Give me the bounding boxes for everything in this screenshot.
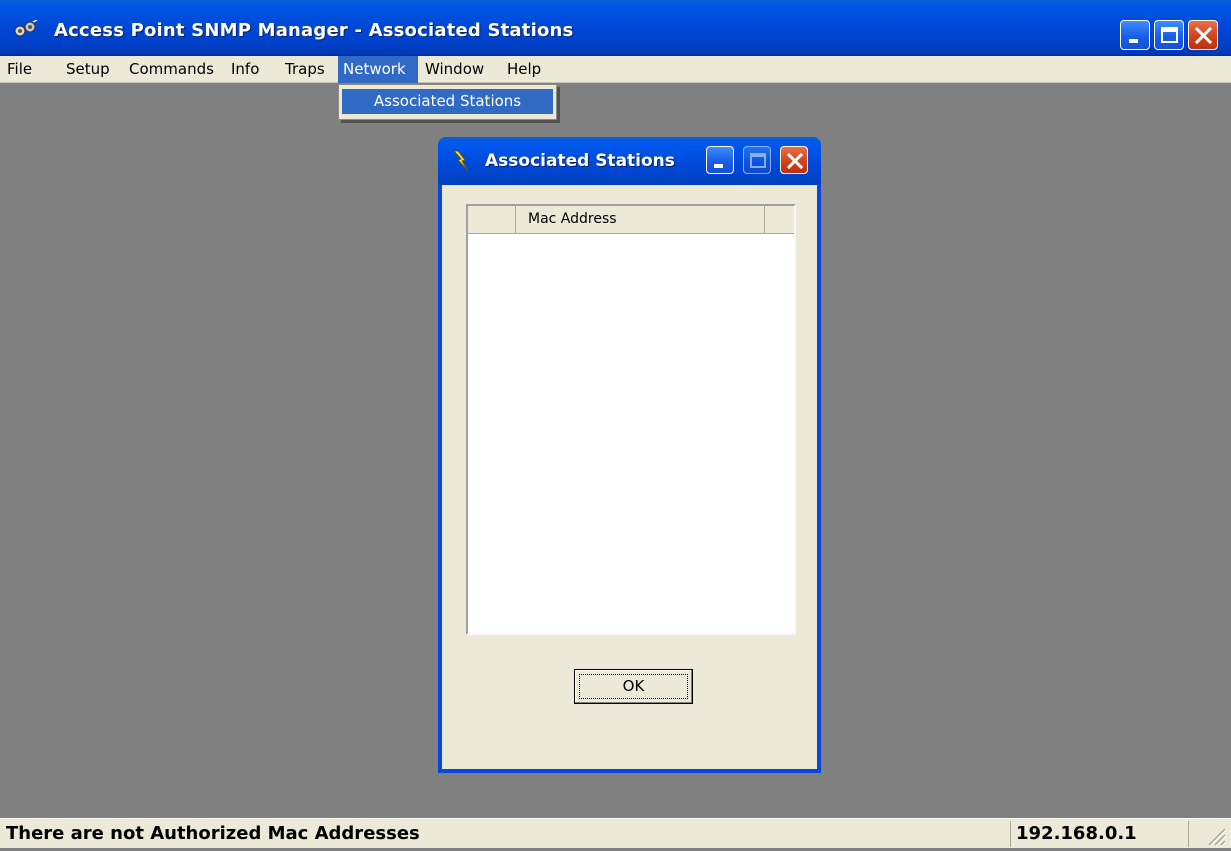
close-icon: [786, 152, 804, 170]
dialog-client-area: Mac Address OK: [442, 185, 817, 769]
list-header: Mac Address: [468, 206, 794, 234]
maximize-button[interactable]: [1154, 20, 1184, 50]
status-divider: [1010, 821, 1011, 847]
menu-help[interactable]: Help: [507, 56, 552, 83]
menu-bar: File Setup Commands Info Traps Network W…: [0, 56, 1231, 83]
network-dropdown-menu: Associated Stations: [338, 84, 557, 120]
dialog-maximize-button[interactable]: [743, 146, 771, 174]
menu-setup[interactable]: Setup: [51, 56, 113, 83]
menuitem-associated-stations[interactable]: Associated Stations: [342, 89, 553, 114]
dialog-close-button[interactable]: [780, 146, 808, 174]
column-header-index[interactable]: [468, 206, 516, 233]
status-message: There are not Authorized Mac Addresses: [6, 823, 420, 844]
menu-network[interactable]: Network: [338, 56, 418, 83]
maximize-icon: [1161, 27, 1178, 43]
dialog-title-bar[interactable]: Associated Stations: [438, 137, 821, 185]
stations-list[interactable]: Mac Address: [466, 204, 796, 635]
dialog-title: Associated Stations: [485, 151, 675, 171]
status-bar: There are not Authorized Mac Addresses 1…: [0, 818, 1231, 848]
minimize-icon: [714, 164, 723, 168]
lightning-bolt-icon: [452, 150, 472, 172]
menu-traps[interactable]: Traps: [285, 56, 335, 83]
ok-button[interactable]: OK: [574, 669, 693, 704]
menu-window[interactable]: Window: [425, 56, 495, 83]
resize-grip-icon[interactable]: [1203, 823, 1227, 847]
column-header-mac-address[interactable]: Mac Address: [516, 206, 765, 233]
close-icon: [1194, 26, 1213, 45]
main-title-bar[interactable]: Access Point SNMP Manager - Associated S…: [0, 0, 1231, 56]
dialog-minimize-button[interactable]: [706, 146, 734, 174]
maximize-icon: [750, 153, 766, 168]
status-divider: [1188, 821, 1189, 847]
close-button[interactable]: [1188, 20, 1218, 50]
menu-info[interactable]: Info: [231, 56, 276, 83]
window-title: Access Point SNMP Manager - Associated S…: [54, 20, 574, 41]
minimize-button[interactable]: [1120, 20, 1150, 50]
snmp-network-icon: [14, 19, 38, 38]
status-ip-address: 192.168.0.1: [1016, 823, 1137, 844]
column-header-extra[interactable]: [765, 206, 794, 233]
associated-stations-window: Associated Stations Mac Address OK: [438, 137, 821, 773]
ok-button-label: OK: [622, 677, 645, 695]
minimize-icon: [1129, 39, 1138, 43]
menu-commands[interactable]: Commands: [129, 56, 219, 83]
list-body[interactable]: [468, 234, 794, 633]
menu-file[interactable]: File: [3, 56, 51, 83]
